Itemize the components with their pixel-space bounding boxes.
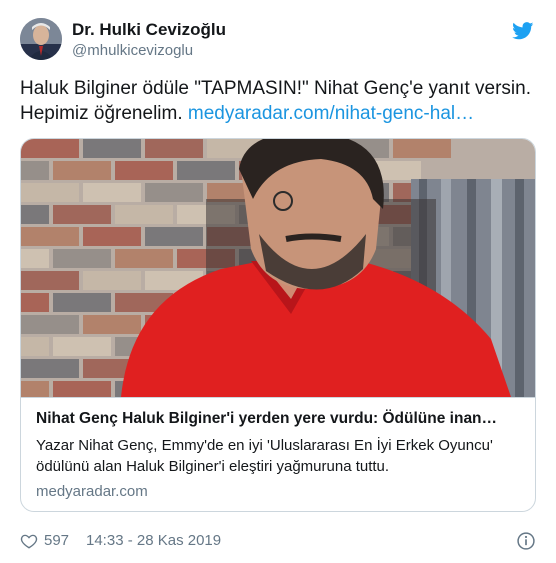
link-preview-card[interactable]: Nihat Genç Haluk Bilginer'i yerden yere … (20, 138, 536, 512)
tweet-header: Dr. Hulki Cevizoğlu @mhulkicevizoglu (20, 18, 536, 62)
twitter-logo-icon[interactable] (512, 22, 534, 40)
tweet-footer: 597 14:33 - 28 Kas 2019 (20, 530, 536, 552)
timestamp[interactable]: 14:33 - 28 Kas 2019 (86, 530, 221, 552)
card-description: Yazar Nihat Genç, Emmy'de en iyi 'Ulusla… (36, 437, 493, 475)
avatar[interactable] (20, 18, 62, 60)
info-icon[interactable] (516, 531, 536, 551)
like-count: 597 (44, 532, 70, 549)
card-title[interactable]: Nihat Genç Haluk Bilginer'i yerden yere … (36, 408, 522, 429)
like-button[interactable]: 597 (20, 530, 69, 552)
author-names: Dr. Hulki Cevizoğlu @mhulkicevizoglu (72, 20, 226, 61)
card-body[interactable]: Nihat Genç Haluk Bilginer'i yerden yere … (21, 397, 535, 511)
display-name[interactable]: Dr. Hulki Cevizoğlu (72, 20, 226, 40)
card-image[interactable] (21, 139, 535, 400)
tweet-text: Haluk Bilginer ödüle "TAPMASIN!" Nihat G… (20, 76, 532, 126)
tweet-link[interactable]: medyaradar.com/nihat-genc-hal… (188, 103, 474, 124)
heart-icon (20, 534, 38, 549)
card-domain: medyaradar.com (36, 483, 148, 500)
handle[interactable]: @mhulkicevizoglu (72, 41, 226, 61)
